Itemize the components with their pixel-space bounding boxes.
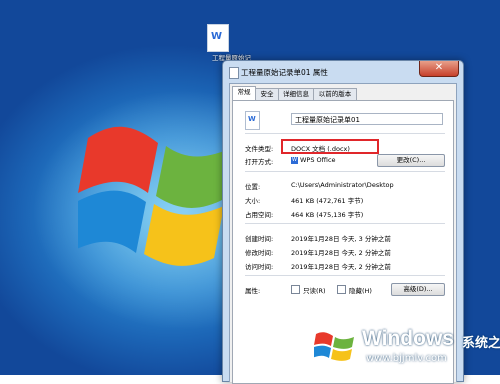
- size-on-disk-label: 占用空间:: [245, 211, 274, 219]
- tab-previous-versions[interactable]: 以前的版本: [313, 88, 357, 100]
- tab-details[interactable]: 详细信息: [278, 88, 314, 100]
- size-on-disk-value: 464 KB (475,136 字节): [291, 211, 364, 219]
- windows-logo-icon: [314, 332, 354, 361]
- divider: [245, 133, 445, 134]
- location-label: 位置:: [245, 183, 261, 191]
- watermark-cn: 系统之家: [462, 336, 500, 351]
- hidden-checkbox[interactable]: [337, 285, 346, 294]
- wps-office-icon: W: [291, 156, 298, 164]
- watermark-brand: Windows: [362, 327, 454, 350]
- accessed-value: 2019年1月28日 今天, 2 分钟之前: [291, 263, 391, 271]
- hidden-label[interactable]: 隐藏(H): [349, 285, 372, 295]
- watermark-url: www.bjjmlv.com: [366, 353, 447, 364]
- wps-doc-icon: W: [207, 24, 229, 52]
- dialog-title: 工程量原始记录单01 属性: [241, 68, 328, 77]
- desktop-file-icon[interactable]: W 工程量原始记: [200, 24, 251, 62]
- accessed-label: 访问时间:: [245, 263, 274, 271]
- document-icon: [229, 67, 239, 79]
- attributes-label: 属性:: [245, 287, 261, 295]
- watermark: Windows 系统之家 www.bjjmlv.com: [304, 322, 500, 375]
- readonly-checkbox[interactable]: [291, 285, 300, 294]
- open-with-value: W WPS Office: [291, 156, 336, 164]
- open-with-label: 打开方式:: [245, 158, 274, 166]
- modified-label: 修改时间:: [245, 249, 274, 257]
- created-label: 创建时间:: [245, 235, 274, 243]
- divider: [245, 171, 445, 172]
- change-button[interactable]: 更改(C)...: [377, 154, 445, 167]
- divider: [245, 223, 445, 224]
- dialog-titlebar[interactable]: 工程量原始记录单01 属性 ✕: [223, 61, 463, 83]
- open-with-app: WPS Office: [300, 156, 336, 164]
- modified-value: 2019年1月28日 今天, 2 分钟之前: [291, 249, 391, 257]
- file-name-input[interactable]: 工程量原始记录单01: [291, 113, 443, 125]
- readonly-label[interactable]: 只读(R): [303, 285, 326, 295]
- created-value: 2019年1月28日 今天, 3 分钟之前: [291, 235, 391, 243]
- file-type-label: 文件类型:: [245, 145, 274, 153]
- advanced-button[interactable]: 高级(D)...: [391, 283, 445, 296]
- tab-general[interactable]: 常规: [232, 86, 256, 101]
- close-button[interactable]: ✕: [419, 61, 459, 77]
- wps-doc-icon: W: [245, 111, 260, 130]
- location-value: C:\Users\Administrator\Desktop: [291, 181, 394, 189]
- divider: [245, 275, 445, 276]
- tab-security[interactable]: 安全: [255, 88, 279, 100]
- size-value: 461 KB (472,761 字节): [291, 197, 364, 205]
- highlight-box: [281, 139, 379, 154]
- size-label: 大小:: [245, 197, 261, 205]
